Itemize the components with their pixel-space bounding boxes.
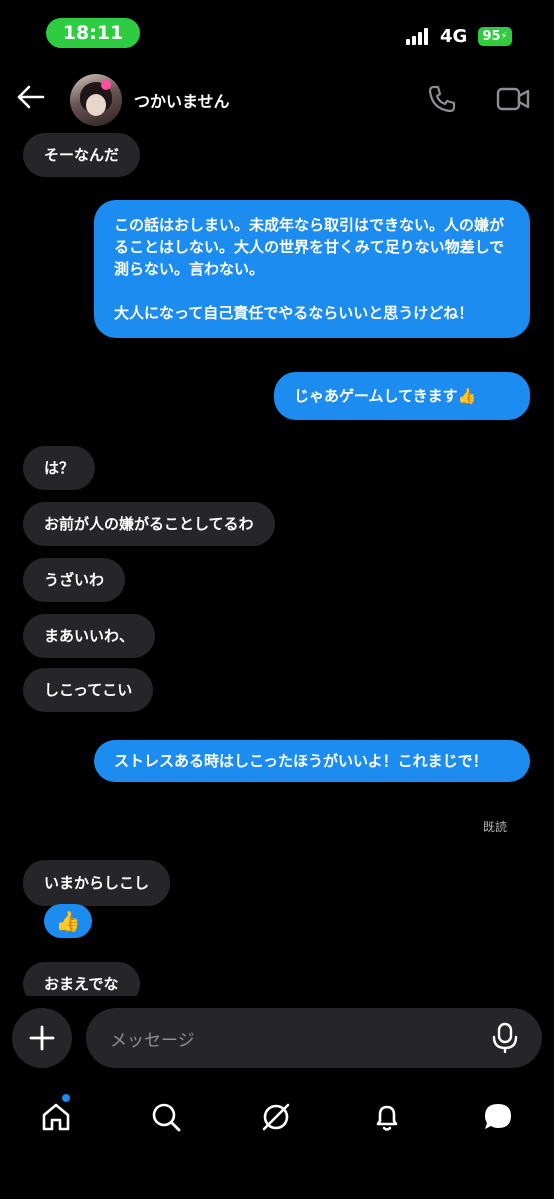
message-sent[interactable]: じゃあゲームしてきます👍	[274, 372, 530, 420]
search-icon[interactable]	[150, 1101, 182, 1133]
battery-level: 95	[482, 29, 501, 44]
home-icon[interactable]	[40, 1101, 72, 1133]
avatar[interactable]	[70, 74, 122, 126]
explore-icon[interactable]	[260, 1101, 292, 1133]
thumbs-up-reaction[interactable]: 👍	[44, 904, 92, 938]
microphone-icon[interactable]	[490, 1022, 520, 1054]
message-sent[interactable]: この話はおしまい。未成年なら取引はできない。人の嫌がることはしない。大人の世界を…	[94, 200, 530, 338]
notifications-icon[interactable]	[371, 1101, 403, 1133]
read-receipt: 既読	[483, 820, 508, 834]
contact-name[interactable]: つかいません	[134, 88, 230, 112]
message-received[interactable]: まあいいわ、	[23, 614, 156, 658]
message-input-placeholder: メッセージ	[110, 1031, 195, 1051]
message-received[interactable]: そーなんだ	[23, 133, 141, 177]
message-received[interactable]: うざいわ	[23, 558, 126, 602]
message-sent[interactable]: ストレスある時はしこったほうがいいよ！これまじで！	[94, 740, 530, 782]
phone-icon[interactable]	[426, 83, 458, 115]
message-received[interactable]: いまからしこし	[23, 860, 171, 906]
battery-icon: 95 ⚡	[478, 27, 512, 46]
status-time: 18:11	[46, 18, 140, 48]
message-received[interactable]: お前が人の嫌がることしてるわ	[23, 502, 275, 546]
video-camera-icon[interactable]	[496, 85, 530, 113]
add-button[interactable]	[12, 1008, 72, 1068]
network-type: 4G	[440, 26, 468, 47]
message-received[interactable]: しこってこい	[23, 668, 154, 712]
back-arrow-icon[interactable]	[16, 84, 46, 110]
message-received[interactable]: は？	[23, 446, 96, 490]
notification-dot	[62, 1094, 70, 1102]
messages-icon[interactable]	[482, 1101, 514, 1133]
plus-icon	[29, 1025, 55, 1051]
composer-divider	[0, 996, 554, 1006]
signal-icon	[406, 27, 428, 45]
